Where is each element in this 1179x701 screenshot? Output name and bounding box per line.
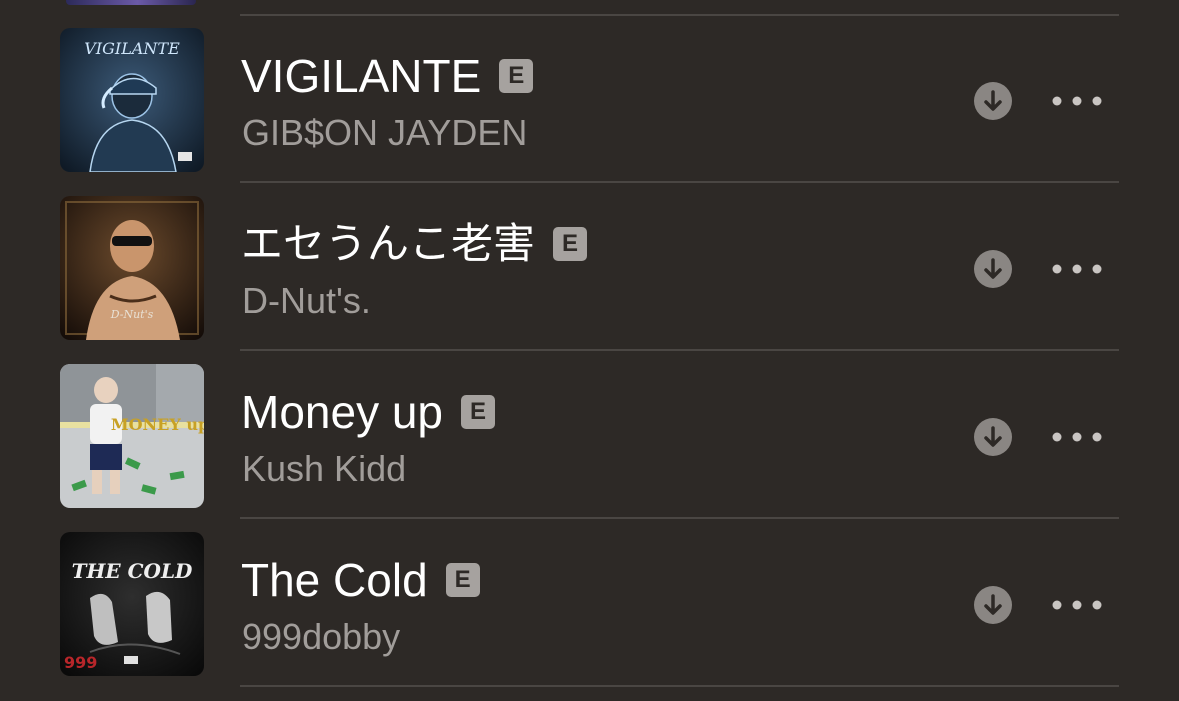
download-button[interactable] — [974, 586, 1012, 624]
artwork-text: VIGILANTE — [84, 39, 180, 58]
arrow-down-circle-icon — [984, 594, 1002, 615]
ellipsis-icon — [1052, 600, 1102, 610]
ellipsis-icon — [1052, 96, 1102, 106]
download-button[interactable] — [974, 418, 1012, 456]
track-row-money-up[interactable]: MONEY up Money up E Kush Kidd — [0, 336, 1179, 508]
explicit-badge: E — [445, 563, 480, 597]
arrow-down-circle-icon — [984, 426, 1002, 447]
ellipsis-icon — [1052, 432, 1102, 442]
album-artwork[interactable]: D-Nut's — [60, 196, 204, 340]
track-artist: GIB$ON JAYDEN — [242, 112, 528, 153]
track-title: The Cold — [241, 554, 428, 606]
album-artwork[interactable]: VIGILANTE — [60, 28, 204, 172]
title-line: VIGILANTE E — [241, 48, 534, 104]
album-artwork[interactable]: THE COLD 999 — [60, 532, 204, 676]
track-title: Money up — [241, 386, 444, 438]
title-line: エセうんこ老害 E — [241, 216, 588, 272]
ellipsis-icon — [1052, 264, 1102, 274]
download-button[interactable] — [974, 250, 1012, 288]
track-title: エセうんこ老害 — [241, 219, 536, 268]
artwork-text: D-Nut's — [110, 308, 154, 321]
album-artwork[interactable]: MONEY up — [60, 364, 204, 508]
track-list: VIGILANTE VIGILANTE E GIB$ON JAYDEN D-Nu… — [0, 0, 1179, 701]
track-title: VIGILANTE — [241, 50, 482, 102]
track-artist: D-Nut's. — [242, 280, 371, 321]
explicit-badge: E — [461, 395, 496, 429]
artwork-text: THE COLD — [72, 559, 193, 583]
title-line: Money up E — [241, 384, 496, 440]
explicit-badge: E — [499, 59, 534, 93]
title-line: The Cold E — [241, 552, 480, 608]
artwork-text: MONEY up — [111, 415, 204, 434]
more-options-button[interactable] — [1048, 420, 1106, 454]
more-options-button[interactable] — [1048, 84, 1106, 118]
download-button[interactable] — [974, 82, 1012, 120]
track-row-the-cold[interactable]: THE COLD 999 The Cold E 999dobby — [0, 504, 1179, 676]
track-row-ese-unko-rougai[interactable]: D-Nut's エセうんこ老害 E D-Nut's. — [0, 168, 1179, 340]
arrow-down-circle-icon — [984, 258, 1002, 279]
explicit-badge: E — [553, 227, 588, 261]
track-row-vigilante[interactable]: VIGILANTE VIGILANTE E GIB$ON JAYDEN — [0, 0, 1179, 172]
track-artist: Kush Kidd — [242, 448, 407, 489]
more-options-button[interactable] — [1048, 588, 1106, 622]
arrow-down-circle-icon — [984, 90, 1002, 111]
row-divider — [240, 685, 1119, 687]
more-options-button[interactable] — [1048, 252, 1106, 286]
track-artist: 999dobby — [242, 616, 401, 657]
svg-text:999: 999 — [64, 653, 97, 672]
